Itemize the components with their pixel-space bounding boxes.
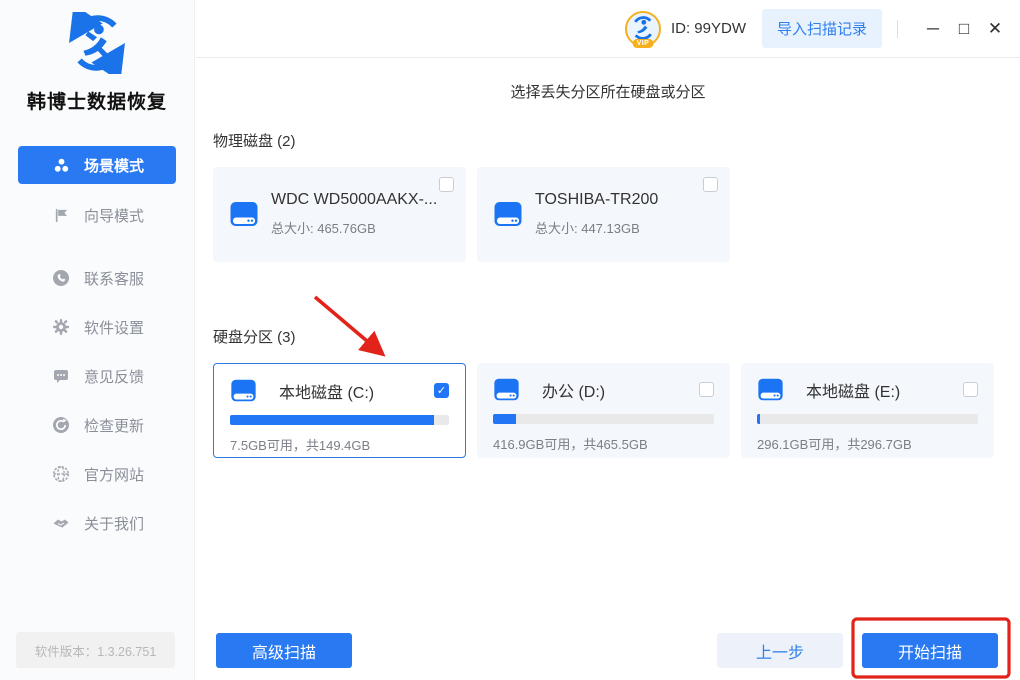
sidebar-item-label: 软件设置 (84, 319, 145, 337)
physical-disks-header: 物理磁盘 (2) (213, 133, 296, 150)
sidebar-item-feedback[interactable]: 意见反馈 (18, 356, 176, 396)
usage-bar (757, 414, 978, 424)
disk-checkbox[interactable] (439, 177, 454, 192)
partition-card-c[interactable]: 本地磁盘 (C:) ✓ 7.5GB可用，共149.4GB (213, 363, 466, 458)
partition-name: 办公 (D:) (542, 383, 606, 401)
partition-name: 本地磁盘 (E:) (806, 383, 901, 401)
disk-size: 总大小: 465.76GB (271, 221, 376, 236)
usage-bar-fill (230, 415, 434, 425)
partition-checkbox[interactable] (963, 382, 978, 397)
disk-name: TOSHIBA-TR200 (535, 191, 659, 208)
sidebar-item-scene-mode[interactable]: 场景模式 (18, 146, 176, 184)
partition-name: 本地磁盘 (C:) (279, 384, 375, 402)
sidebar-item-contact-support[interactable]: 联系客服 (18, 258, 176, 298)
globe-icon (52, 465, 70, 483)
close-icon[interactable]: ✕ (984, 18, 1006, 40)
sidebar-item-label: 向导模式 (84, 207, 145, 225)
main-content: 选择丢失分区所在硬盘或分区 物理磁盘 (2) WDC WD5000AAKX-..… (196, 59, 1020, 680)
maximize-icon[interactable]: □ (953, 18, 975, 40)
partition-info: 7.5GB可用，共149.4GB (230, 438, 371, 453)
update-icon (52, 416, 70, 434)
drive-icon (757, 376, 784, 403)
flag-icon (52, 206, 70, 224)
drive-icon (493, 376, 520, 403)
disk-card-wdc[interactable]: WDC WD5000AAKX-... 总大小: 465.76GB (213, 167, 466, 262)
drive-icon (493, 199, 523, 229)
avatar-logo-icon (634, 15, 652, 40)
minimize-icon[interactable]: ─ (922, 18, 944, 40)
user-id-label: ID: 99YDW (670, 20, 746, 37)
handshake-icon (52, 514, 70, 532)
drive-icon (229, 199, 259, 229)
sidebar-item-label: 检查更新 (84, 417, 145, 435)
sidebar: 韩博士数据恢复 场景模式 向导模式 联系客服 软件设置 意见反馈 检查更新 官方… (0, 0, 195, 680)
partition-checkbox[interactable] (699, 382, 714, 397)
sidebar-item-check-update[interactable]: 检查更新 (18, 405, 176, 445)
disk-size: 总大小: 447.13GB (535, 221, 640, 236)
gear-icon (52, 318, 70, 336)
feedback-icon (52, 367, 70, 385)
sidebar-item-label: 联系客服 (84, 270, 145, 288)
partition-card-d[interactable]: 办公 (D:) 416.9GB可用，共465.5GB (477, 363, 730, 458)
usage-bar (493, 414, 714, 424)
usage-bar-fill (757, 414, 761, 424)
import-scan-records-button[interactable]: 导入扫描记录 (761, 9, 882, 48)
sidebar-item-official-site[interactable]: 官方网站 (18, 454, 176, 494)
sidebar-item-label: 场景模式 (84, 157, 145, 175)
sidebar-item-wizard-mode[interactable]: 向导模式 (18, 196, 176, 234)
partition-card-e[interactable]: 本地磁盘 (E:) 296.1GB可用，共296.7GB (741, 363, 994, 458)
sidebar-item-label: 官方网站 (84, 466, 145, 484)
usage-bar-fill (493, 414, 517, 424)
sidebar-item-about-us[interactable]: 关于我们 (18, 503, 176, 543)
sidebar-item-label: 关于我们 (84, 515, 145, 533)
app-title: 韩博士数据恢复 (26, 92, 167, 113)
usage-bar (230, 415, 449, 425)
partition-checkbox[interactable]: ✓ (434, 383, 449, 398)
disk-checkbox[interactable] (703, 177, 718, 192)
version-label: 软件版本：1.3.26.751 (16, 632, 175, 668)
disk-name: WDC WD5000AAKX-... (271, 191, 438, 208)
start-scan-button[interactable]: 开始扫描 (862, 633, 998, 668)
previous-step-button[interactable]: 上一步 (717, 633, 843, 668)
sidebar-item-settings[interactable]: 软件设置 (18, 307, 176, 347)
vip-badge: VIP (632, 38, 654, 48)
drive-icon (230, 377, 257, 404)
sidebar-item-label: 意见反馈 (84, 368, 145, 386)
phone-icon (52, 269, 70, 287)
advanced-scan-button[interactable]: 高级扫描 (216, 633, 352, 668)
partition-info: 296.1GB可用，共296.7GB (757, 437, 912, 452)
page-title: 选择丢失分区所在硬盘或分区 (510, 84, 706, 101)
partitions-header: 硬盘分区 (3) (213, 329, 296, 346)
group-icon (52, 156, 70, 174)
partition-info: 416.9GB可用，共465.5GB (493, 437, 648, 452)
disk-card-toshiba[interactable]: TOSHIBA-TR200 总大小: 447.13GB (477, 167, 730, 262)
topbar-divider (897, 19, 898, 38)
topbar: VIP ID: 99YDW 导入扫描记录 ─ □ ✕ (196, 0, 1020, 58)
user-avatar[interactable]: VIP (624, 10, 661, 48)
app-logo-icon (66, 4, 128, 82)
